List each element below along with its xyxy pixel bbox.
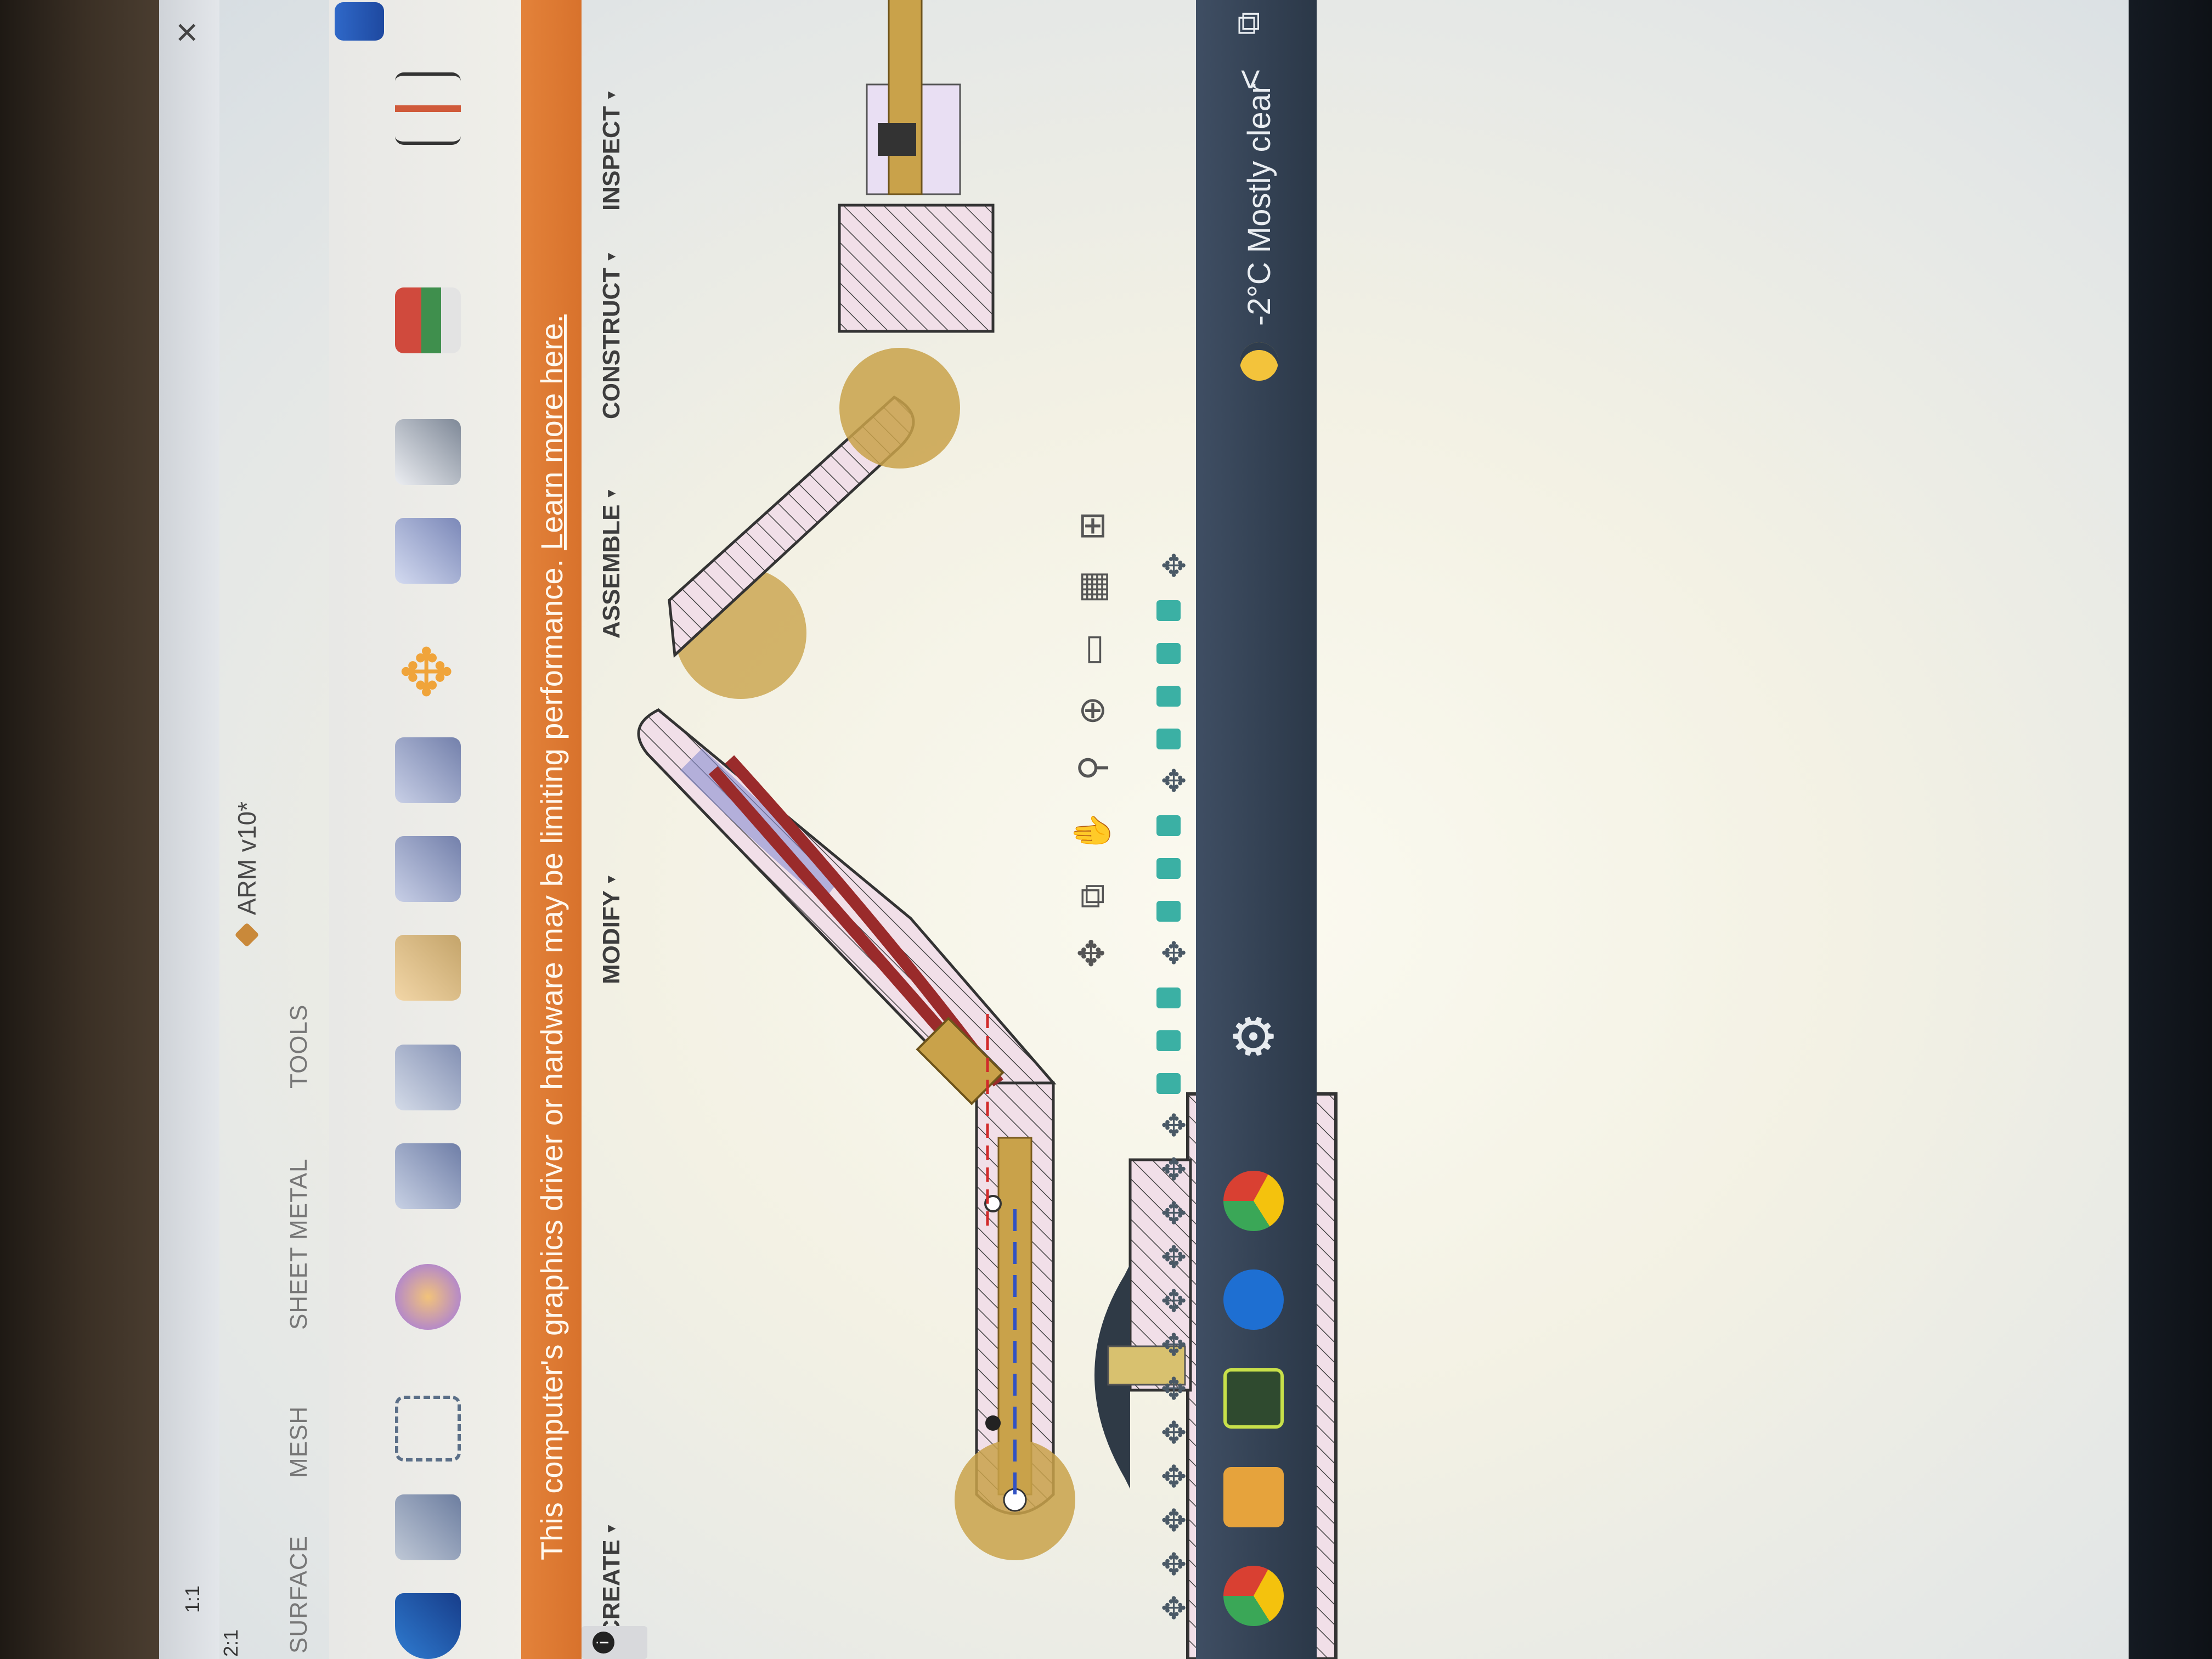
construct-plane-icon[interactable] — [395, 287, 461, 353]
viewports-icon[interactable]: ⊞ — [1071, 511, 1113, 541]
timeline-move-icon[interactable]: ✥ — [1156, 1463, 1192, 1489]
weather-text: -2°C Mostly clear — [1241, 83, 1277, 326]
insert-icon[interactable] — [335, 2, 384, 41]
warning-message: This computer's graphics driver or hardw… — [534, 558, 569, 1560]
weather-widget[interactable]: -2°C Mostly clear — [1229, 83, 1289, 381]
create-surface-icon[interactable] — [395, 1593, 461, 1659]
app-top-bar — [159, 0, 219, 1659]
monitor-bezel-right — [2129, 0, 2212, 1659]
orbit-icon[interactable]: ✥ — [1071, 938, 1113, 968]
document-icon — [234, 922, 259, 947]
fit-icon[interactable]: ⊕ — [1071, 696, 1113, 725]
zoom-label-1-1: 1:1 — [181, 1585, 204, 1613]
fusion-window: × ARM v10* SURFACE MESH SHEET METAL TOOL… — [159, 0, 2129, 1659]
explorer-taskbar-icon[interactable] — [1223, 1467, 1284, 1527]
zoom-label-2-1: 2:1 — [219, 1629, 242, 1657]
zoom-icon[interactable]: ⚲ — [1071, 755, 1113, 781]
timeline-move-icon[interactable]: ✥ — [1156, 1200, 1192, 1226]
create-hole-icon[interactable] — [395, 1494, 461, 1560]
timeline-feature[interactable] — [1156, 858, 1181, 879]
measure-icon[interactable] — [395, 72, 461, 145]
timeline-move-icon[interactable]: ✥ — [1156, 1244, 1192, 1269]
timeline-move-icon[interactable]: ✥ — [1156, 1551, 1192, 1577]
performance-warning-bar: This computer's graphics driver or hardw… — [521, 0, 582, 1659]
monitor-screen: × ARM v10* SURFACE MESH SHEET METAL TOOL… — [159, 0, 2129, 1659]
zoom-labels: 1:1 — [181, 1580, 227, 1613]
timeline-move-icon[interactable]: ✥ — [1156, 1595, 1192, 1621]
timeline-feature[interactable] — [1156, 600, 1181, 621]
timeline: ✥ ✥ ✥ ✥ ✥ ✥ ✥ ✥ ✥ ✥ ✥ ✥ ✥ ✥ ✥ — [1141, 0, 1196, 1659]
tab-mesh[interactable]: MESH — [285, 1406, 313, 1478]
press-pull-icon[interactable] — [395, 935, 461, 1001]
timeline-feature[interactable] — [1156, 1073, 1181, 1094]
tray-app-icon[interactable]: ⧉ — [1229, 12, 1267, 35]
timeline-feature[interactable] — [1156, 815, 1181, 836]
navigation-toolbar: ✥ ⧉ ✋ ⚲ ⊕ ▭ ▦ ⊞ — [1064, 172, 1119, 968]
timeline-move-icon[interactable]: ✥ — [1156, 1288, 1192, 1313]
learn-more-link[interactable]: Learn more here. — [534, 314, 569, 550]
tab-sheet-metal[interactable]: SHEET METAL — [285, 1158, 313, 1330]
timeline-move-icon[interactable]: ✥ — [1156, 768, 1192, 793]
shell-icon[interactable] — [395, 737, 461, 803]
edge-taskbar-icon[interactable] — [1223, 1269, 1284, 1330]
timeline-move-icon[interactable]: ✥ — [1156, 1507, 1192, 1533]
look-at-icon[interactable]: ⧉ — [1071, 884, 1113, 909]
timeline-move-icon[interactable]: ✥ — [1156, 1331, 1192, 1357]
timeline-move-icon[interactable]: ✥ — [1156, 552, 1192, 578]
pan-icon[interactable]: ✋ — [1071, 810, 1113, 854]
monitor-bezel-left — [0, 0, 159, 1659]
tray-chevron-icon[interactable]: < — [1229, 69, 1271, 90]
timeline-feature[interactable] — [1156, 988, 1181, 1008]
new-component-icon[interactable] — [395, 518, 461, 584]
timeline-feature[interactable] — [1156, 686, 1181, 707]
timeline-feature[interactable] — [1156, 643, 1181, 664]
timeline-move-icon[interactable]: ✥ — [1156, 1419, 1192, 1445]
tab-tools[interactable]: TOOLS — [285, 1005, 313, 1088]
create-sketch-icon[interactable] — [395, 1396, 461, 1462]
settings-gear-icon[interactable]: ⚙ — [1223, 1006, 1285, 1066]
lower-arm — [955, 1081, 1075, 1560]
timeline-move-icon[interactable]: ✥ — [1156, 940, 1192, 966]
zoom-labels-2: 2:1 — [219, 1624, 266, 1657]
chrome-profile-taskbar-icon[interactable] — [1223, 1171, 1284, 1231]
weather-moon-icon — [1240, 342, 1278, 381]
upper-arm — [637, 567, 1057, 1105]
display-settings-icon[interactable]: ▭ — [1071, 633, 1113, 666]
gripper — [838, 0, 995, 333]
timeline-feature[interactable] — [1156, 1030, 1181, 1051]
timeline-feature[interactable] — [1156, 901, 1181, 922]
joint-icon[interactable] — [395, 419, 461, 485]
combine-icon[interactable] — [395, 836, 461, 902]
grid-settings-icon[interactable]: ▦ — [1071, 571, 1113, 603]
create-form-icon[interactable] — [395, 1264, 461, 1330]
document-title-text: ARM v10* — [233, 801, 261, 915]
ribbon-tabs: SURFACE MESH SHEET METAL TOOLS — [285, 0, 329, 1659]
extrude-icon[interactable] — [395, 1143, 461, 1209]
timeline-move-icon[interactable]: ✥ — [1156, 1112, 1192, 1138]
fillet-icon[interactable] — [395, 1045, 461, 1110]
document-title: ARM v10* — [230, 801, 263, 947]
forearm — [668, 348, 960, 658]
timeline-move-icon[interactable]: ✥ — [1156, 1156, 1192, 1182]
move-icon[interactable]: ✥ — [391, 639, 465, 704]
pycharm-taskbar-icon[interactable] — [1223, 1368, 1284, 1429]
timeline-feature[interactable] — [1156, 729, 1181, 749]
timeline-move-icon[interactable]: ✥ — [1156, 1375, 1192, 1401]
tab-surface[interactable]: SURFACE — [285, 1536, 313, 1654]
taskbar: ⚙ -2°C Mostly clear < ⧉ — [1196, 0, 1317, 1659]
chrome-taskbar-icon[interactable] — [1223, 1566, 1284, 1626]
close-button[interactable]: × — [165, 13, 208, 52]
